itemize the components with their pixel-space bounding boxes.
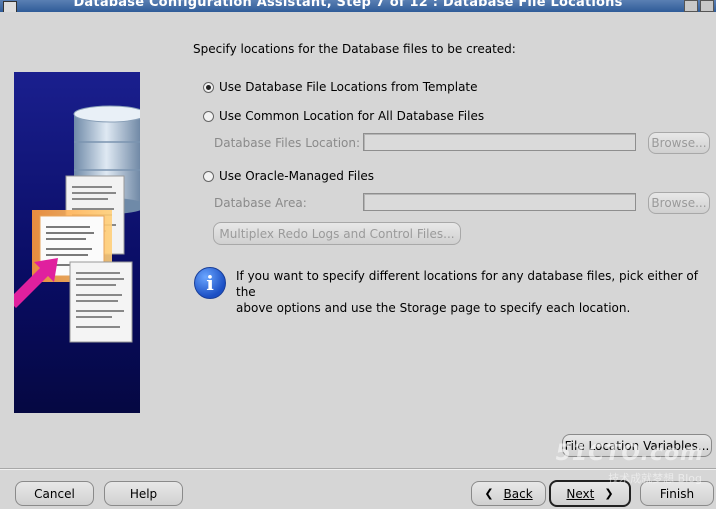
next-button-label: Next	[566, 486, 595, 501]
info-text-line-1: If you want to specify different locatio…	[236, 269, 698, 299]
database-files-illustration-icon	[14, 105, 140, 343]
db-area-label: Database Area:	[214, 196, 307, 210]
minimize-icon[interactable]	[684, 0, 698, 12]
option-template-locations[interactable]: Use Database File Locations from Templat…	[203, 80, 478, 94]
option-oracle-managed[interactable]: Use Oracle-Managed Files	[203, 169, 374, 183]
browse-files-location-button[interactable]: Browse...	[648, 132, 710, 154]
radio-template-locations[interactable]	[203, 81, 214, 93]
chevron-right-icon: ❯	[604, 487, 614, 500]
back-button-label: Back	[503, 486, 533, 501]
back-button[interactable]: ❮ Back	[471, 481, 546, 506]
chevron-left-icon: ❮	[484, 487, 494, 500]
option-common-location-label: Use Common Location for All Database Fil…	[219, 109, 485, 123]
info-icon: i	[194, 267, 226, 299]
info-text-line-2: above options and use the Storage page t…	[236, 301, 631, 315]
info-text: If you want to specify different locatio…	[236, 268, 716, 316]
option-common-location[interactable]: Use Common Location for All Database Fil…	[203, 109, 484, 123]
wizard-illustration	[14, 72, 140, 413]
help-button[interactable]: Help	[104, 481, 183, 506]
window-title: Database Configuration Assistant, Step 7…	[73, 0, 623, 10]
instruction-text: Specify locations for the Database files…	[193, 42, 516, 56]
db-area-input[interactable]	[363, 193, 636, 211]
site-watermark: 51CTO.com	[555, 441, 704, 466]
radio-common-location[interactable]	[203, 110, 214, 122]
multiplex-redo-logs-button[interactable]: Multiplex Redo Logs and Control Files...	[213, 222, 461, 245]
browse-db-area-button[interactable]: Browse...	[648, 192, 710, 214]
db-files-location-label: Database Files Location:	[214, 136, 361, 150]
cancel-button[interactable]: Cancel	[15, 481, 94, 506]
maximize-icon[interactable]	[700, 0, 714, 12]
db-files-location-input[interactable]	[363, 133, 636, 151]
radio-oracle-managed[interactable]	[203, 170, 214, 182]
option-template-locations-label: Use Database File Locations from Templat…	[219, 80, 478, 94]
site-watermark-subtitle: 技术成就梦想 Blog	[608, 472, 702, 485]
option-oracle-managed-label: Use Oracle-Managed Files	[219, 169, 375, 183]
title-bar: Database Configuration Assistant, Step 7…	[0, 0, 716, 12]
